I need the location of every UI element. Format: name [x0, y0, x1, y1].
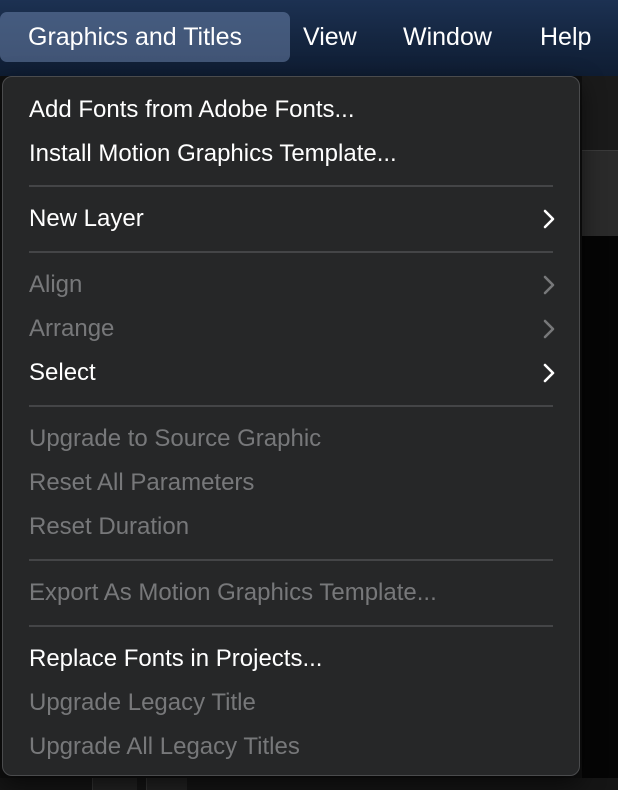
menu-item-label: Install Motion Graphics Template... — [29, 140, 397, 167]
menu-help[interactable]: Help — [540, 12, 591, 62]
menu-item-label: Reset All Parameters — [29, 469, 255, 496]
background-panel — [582, 150, 618, 237]
chevron-right-icon — [543, 319, 555, 339]
menu-item-label: Reset Duration — [29, 513, 190, 540]
background-timeline-segment — [146, 778, 187, 790]
chevron-right-icon — [543, 363, 555, 383]
menu-item-upgrade-legacy-title[interactable]: Upgrade Legacy Title — [29, 681, 553, 725]
graphics-and-titles-dropdown: Add Fonts from Adobe Fonts... Install Mo… — [2, 76, 580, 776]
menu-item-arrange[interactable]: Arrange — [29, 307, 555, 351]
menu-item-upgrade-to-source-graphic[interactable]: Upgrade to Source Graphic — [29, 417, 553, 461]
menu-separator — [29, 405, 553, 407]
menu-item-install-motion-graphics-template[interactable]: Install Motion Graphics Template... — [29, 132, 553, 176]
menu-separator — [29, 185, 553, 187]
menu-item-label: Upgrade All Legacy Titles — [29, 733, 300, 760]
menu-item-reset-duration[interactable]: Reset Duration — [29, 505, 553, 549]
menu-item-export-motion-graphics-template[interactable]: Export As Motion Graphics Template... — [29, 571, 553, 615]
menu-bar: Graphics and Titles View Window Help — [0, 0, 618, 76]
menu-view[interactable]: View — [303, 12, 357, 62]
menu-item-align[interactable]: Align — [29, 263, 555, 307]
menu-item-new-layer[interactable]: New Layer — [29, 197, 555, 241]
chevron-right-icon — [543, 275, 555, 295]
menu-item-label: Replace Fonts in Projects... — [29, 645, 323, 672]
menu-window[interactable]: Window — [403, 12, 492, 62]
menu-item-label: New Layer — [29, 205, 144, 232]
menu-item-label: Upgrade Legacy Title — [29, 689, 256, 716]
menu-separator — [29, 559, 553, 561]
menu-item-replace-fonts[interactable]: Replace Fonts in Projects... — [29, 637, 553, 681]
menu-item-add-fonts[interactable]: Add Fonts from Adobe Fonts... — [29, 88, 553, 132]
background-timeline-segment — [92, 778, 137, 790]
menu-item-label: Align — [29, 271, 83, 298]
menu-item-label: Select — [29, 359, 96, 386]
menu-separator — [29, 625, 553, 627]
menu-item-label: Add Fonts from Adobe Fonts... — [29, 96, 355, 123]
menu-graphics-and-titles[interactable]: Graphics and Titles — [0, 12, 290, 62]
menu-item-label: Export As Motion Graphics Template... — [29, 579, 437, 606]
menu-separator — [29, 251, 553, 253]
menu-item-select[interactable]: Select — [29, 351, 555, 395]
chevron-right-icon — [543, 209, 555, 229]
menu-item-label: Arrange — [29, 315, 115, 342]
menu-item-label: Upgrade to Source Graphic — [29, 425, 322, 452]
background-program-monitor — [582, 236, 618, 790]
menu-item-upgrade-all-legacy-titles[interactable]: Upgrade All Legacy Titles — [29, 725, 553, 769]
background-timeline-edge — [0, 778, 618, 790]
menu-item-reset-all-parameters[interactable]: Reset All Parameters — [29, 461, 553, 505]
